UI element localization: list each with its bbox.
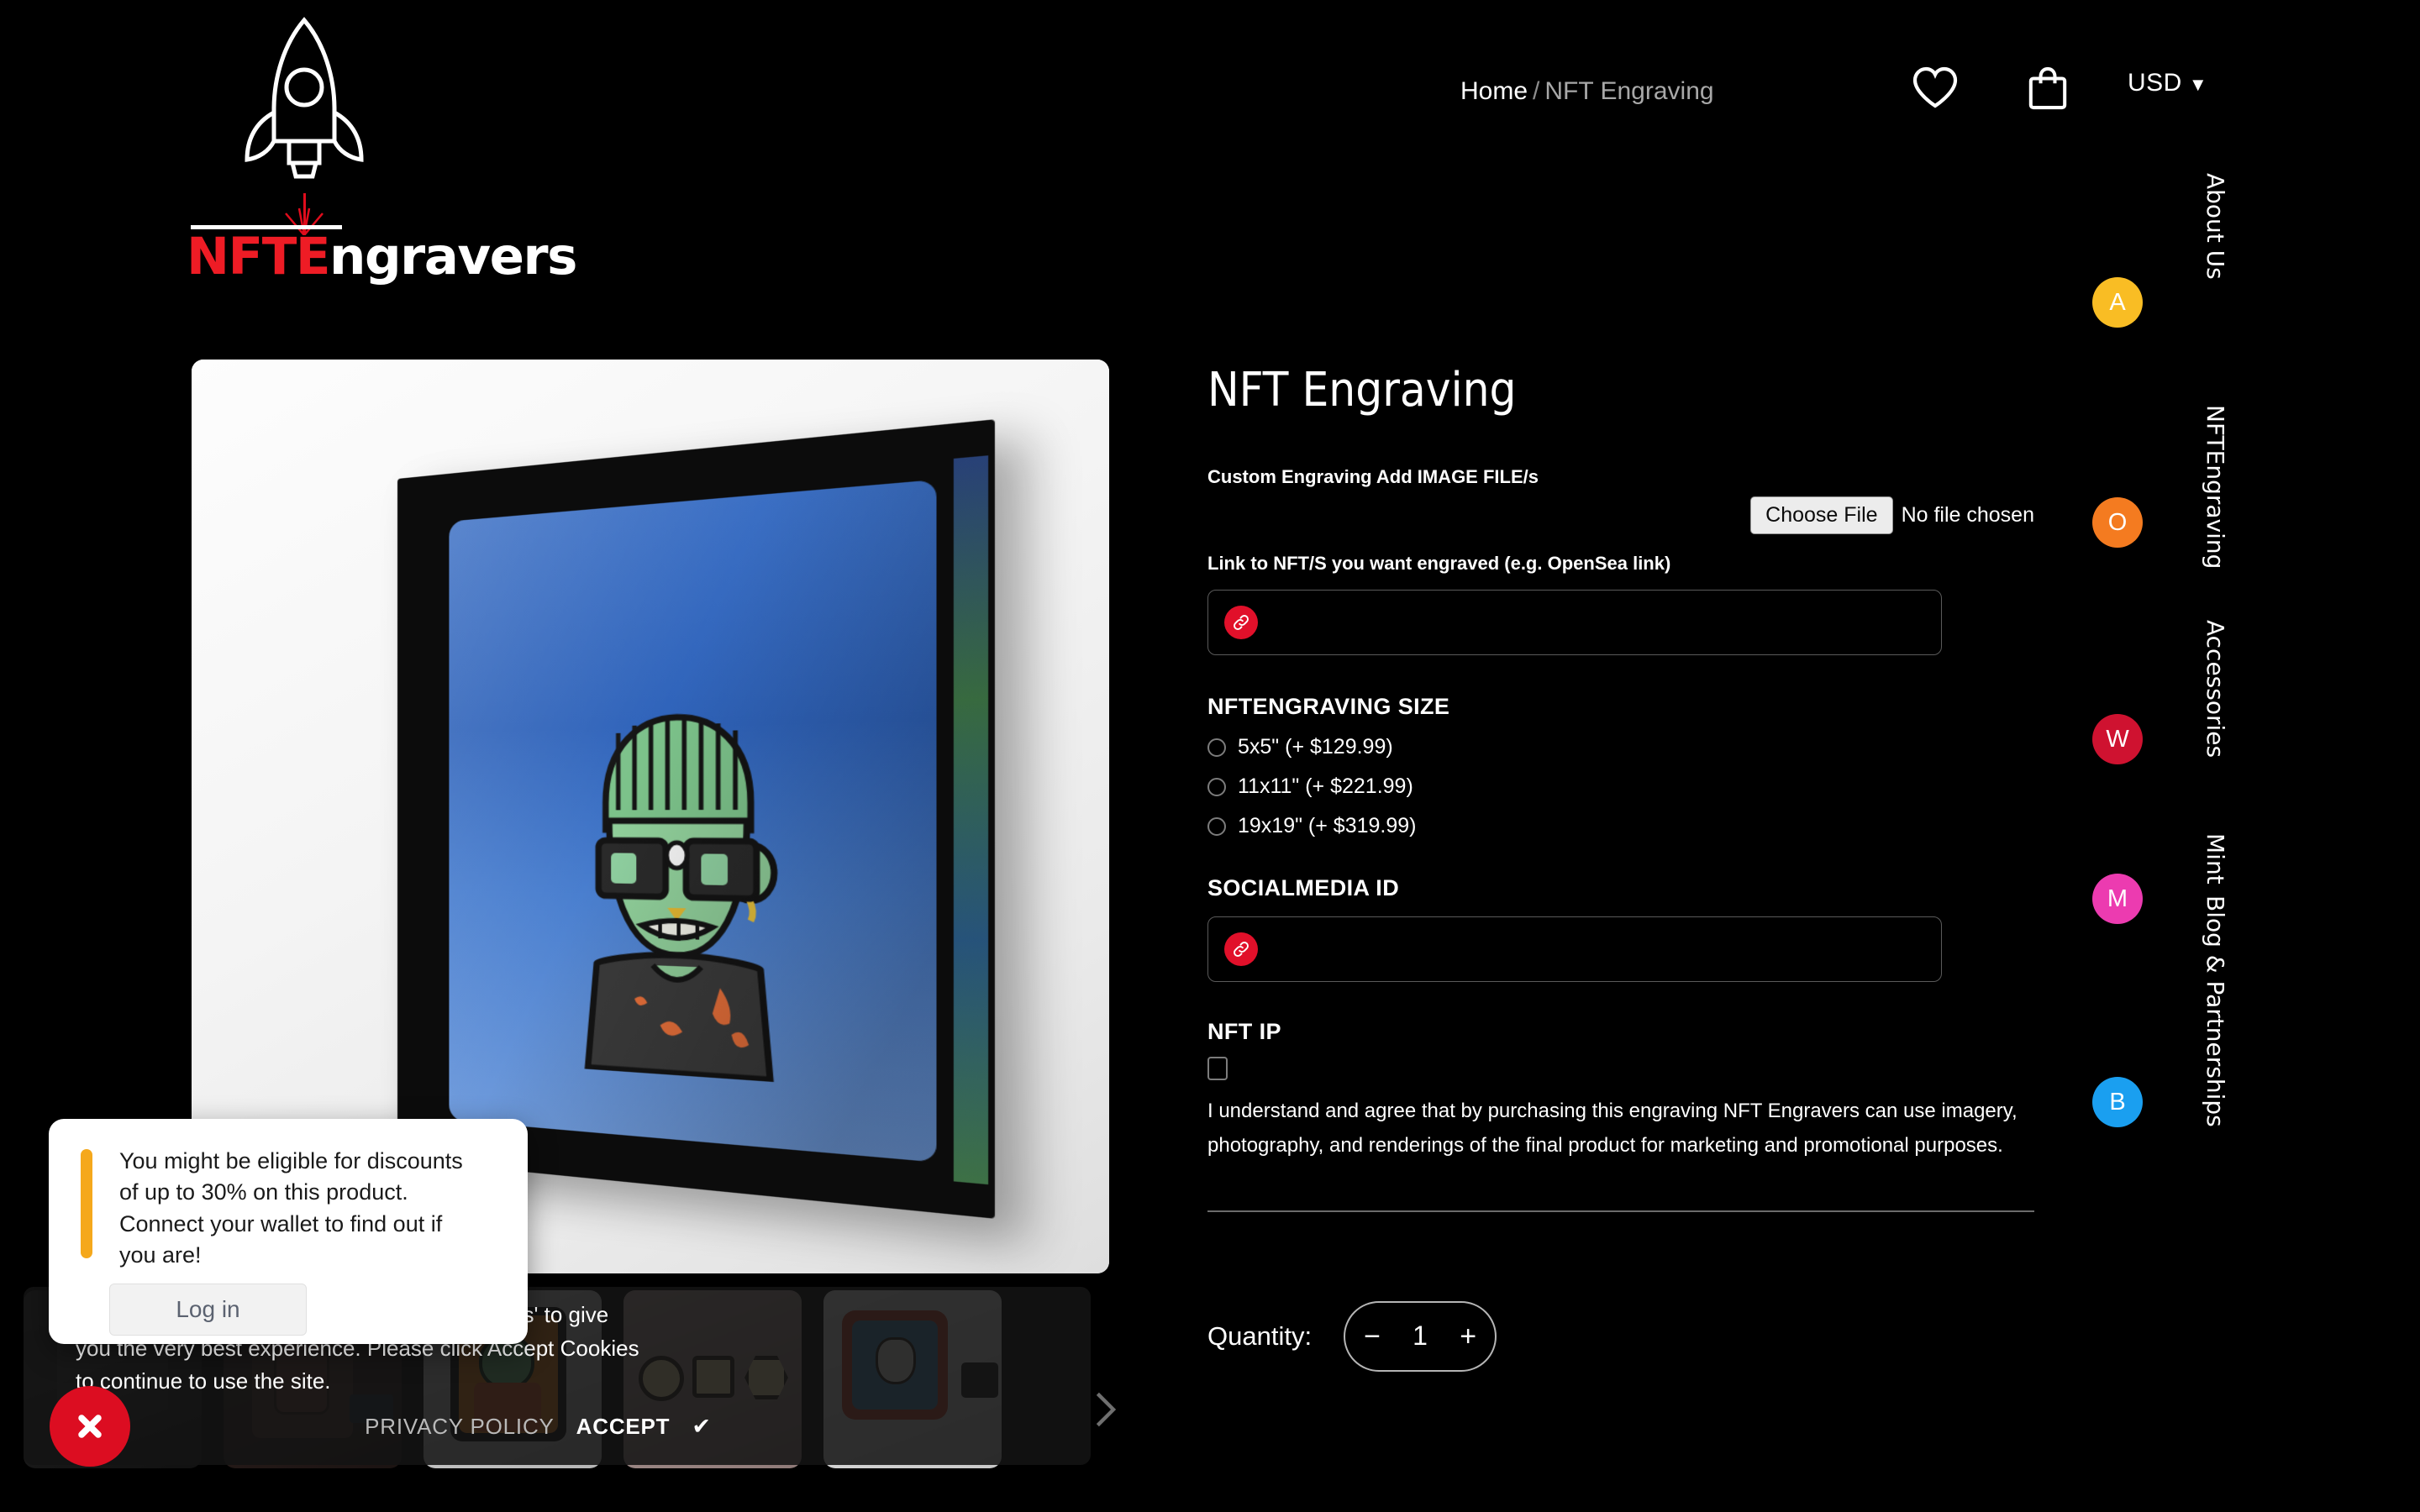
nav-badge-m[interactable]: M: [2092, 874, 2143, 924]
nft-link-input[interactable]: [1207, 590, 1942, 655]
socialmedia-section-heading: SOCIALMEDIA ID: [1207, 875, 1400, 900]
privacy-policy-link[interactable]: PRIVACY POLICY: [365, 1414, 555, 1440]
socialmedia-id-input[interactable]: [1207, 916, 1942, 982]
size-section-heading: NFTENGRAVING SIZE: [1207, 694, 1450, 719]
size-option-1[interactable]: 11x11" (+ $221.99): [1207, 774, 2034, 799]
artwork-canvas: [449, 479, 937, 1163]
nft-link-label: Link to NFT/S you want engraved (e.g. Op…: [1207, 553, 1671, 574]
file-status-text: No file chosen: [1901, 503, 2034, 527]
nav-badge-o[interactable]: O: [2092, 497, 2143, 548]
breadcrumb-home-link[interactable]: Home: [1460, 77, 1528, 105]
nft-ip-consent-text: I understand and agree that by purchasin…: [1207, 1100, 2018, 1158]
breadcrumb-current: NFT Engraving: [1544, 77, 1714, 105]
cookie-banner-actions: PRIVACY POLICY ACCEPT ✔: [365, 1414, 711, 1440]
sidebar-item-label[interactable]: About Us: [2202, 173, 2229, 280]
logo-text-white: ngravers: [329, 227, 577, 286]
logo-text-red: NFTE: [187, 227, 331, 286]
side-navigation: A About Us O NFTEngraving W Accessories …: [2067, 173, 2235, 1252]
sidebar-item-label[interactable]: Accessories: [2202, 620, 2229, 758]
nav-badge-b[interactable]: B: [2092, 1077, 2143, 1127]
site-logo[interactable]: NFTEngravers: [187, 15, 581, 286]
quantity-increment-button[interactable]: +: [1460, 1322, 1476, 1351]
nft-ip-checkbox[interactable]: [1207, 1057, 1228, 1080]
heart-icon[interactable]: [1912, 66, 1959, 109]
size-option-2[interactable]: 19x19" (+ $319.99): [1207, 814, 2034, 838]
check-icon: ✔: [692, 1414, 711, 1439]
breadcrumb: Home / NFT Engraving: [1460, 77, 1714, 106]
login-button[interactable]: Log in: [109, 1284, 307, 1336]
quantity-value[interactable]: 1: [1413, 1320, 1428, 1352]
quantity-decrement-button[interactable]: −: [1364, 1322, 1381, 1351]
link-icon: [1224, 932, 1258, 966]
link-icon: [1224, 606, 1258, 639]
sidebar-item-label[interactable]: Blog & Partnerships: [2202, 895, 2229, 1127]
currency-value: USD: [2128, 69, 2182, 97]
discount-popup: You might be eligible for discounts of u…: [49, 1119, 528, 1344]
nav-badge-a[interactable]: A: [2092, 277, 2143, 328]
size-option-label: 11x11" (+ $221.99): [1238, 774, 1413, 798]
file-field-label: Custom Engraving Add IMAGE FILE/s: [1207, 466, 1539, 487]
chevron-right-icon[interactable]: [1090, 1390, 1120, 1429]
sidebar-item-blog-partnerships[interactable]: B Blog & Partnerships: [2067, 895, 2235, 1127]
logo-wordmark: NFTEngravers: [187, 227, 577, 286]
nft-character-artwork: [542, 688, 821, 1084]
close-icon[interactable]: [50, 1386, 130, 1467]
product-options-panel: NFT Engraving Custom Engraving Add IMAGE…: [1207, 363, 2034, 1372]
sidebar-item-accessories[interactable]: W Accessories: [2067, 620, 2235, 764]
quantity-row: Quantity: − 1 +: [1207, 1300, 2034, 1372]
quantity-label: Quantity:: [1207, 1320, 1313, 1351]
framed-artwork: [397, 419, 995, 1219]
size-option-label: 19x19" (+ $319.99): [1238, 814, 1417, 837]
size-option-label: 5x5" (+ $129.99): [1238, 735, 1393, 759]
accept-cookies-button[interactable]: ACCEPT: [576, 1414, 671, 1440]
sidebar-item-label[interactable]: NFTEngraving: [2202, 405, 2229, 569]
sidebar-item-about-us[interactable]: A About Us: [2067, 173, 2235, 328]
radio-button[interactable]: [1207, 777, 1226, 796]
rocket-icon: [245, 17, 364, 179]
choose-file-button[interactable]: Choose File: [1750, 496, 1893, 534]
radio-button[interactable]: [1207, 738, 1226, 757]
frame-side-edge: [953, 455, 989, 1185]
size-option-0[interactable]: 5x5" (+ $129.99): [1207, 735, 2034, 759]
sidebar-item-label[interactable]: Mint: [2202, 833, 2229, 885]
page-root: NFTEngravers Home/NFT Engraving USD▼: [0, 0, 2420, 1512]
section-divider: [1207, 1210, 2034, 1212]
page-title: NFT Engraving: [1207, 363, 1517, 417]
breadcrumb-separator: /: [1533, 77, 1540, 105]
currency-selector[interactable]: USD ▼: [2128, 69, 2207, 97]
quantity-stepper[interactable]: − 1 +: [1344, 1300, 1497, 1372]
discount-popup-message: You might be eligible for discounts of u…: [119, 1148, 463, 1268]
shopping-bag-icon[interactable]: [2027, 66, 2069, 111]
nft-ip-heading: NFT IP: [1207, 1019, 1281, 1044]
file-input-row[interactable]: Choose File No file chosen: [1207, 496, 2034, 534]
chevron-down-icon: ▼: [2188, 74, 2208, 95]
nav-badge-w[interactable]: W: [2092, 714, 2143, 764]
sidebar-item-nftengraving[interactable]: O NFTEngraving: [2067, 405, 2235, 569]
radio-button[interactable]: [1207, 816, 1226, 836]
accent-bar: [81, 1149, 92, 1258]
